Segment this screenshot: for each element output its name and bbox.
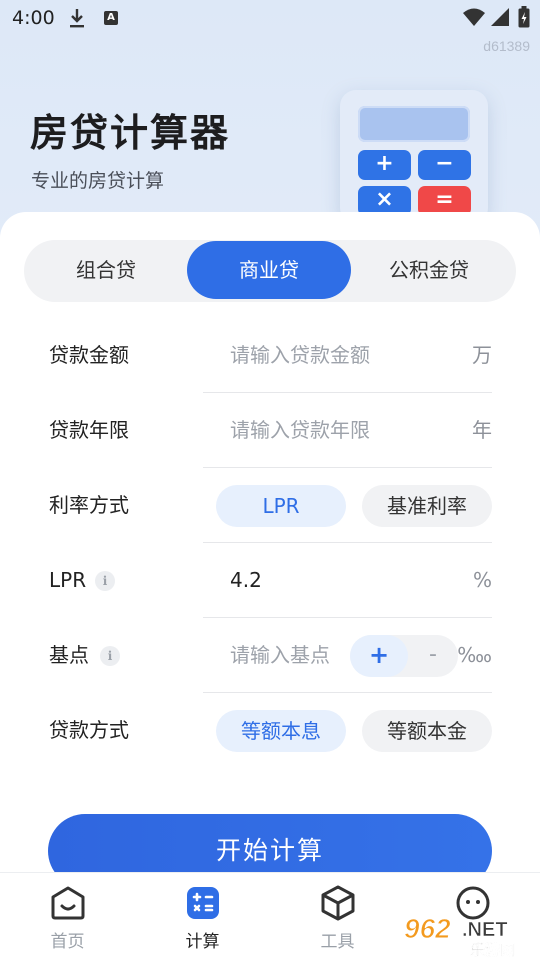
wifi-icon (463, 8, 485, 26)
loan-amount-label: 贷款金额 (49, 343, 129, 367)
nav-item-tools[interactable]: 工具 (270, 873, 405, 961)
status-bar: 4:00 A (0, 0, 540, 36)
watermark-site: 乐游网 (470, 941, 515, 958)
tab-provident-fund-loan[interactable]: 公积金贷 (347, 241, 511, 299)
watermark-suffix: .NET (462, 919, 508, 941)
loan-amount-input[interactable]: 请输入贷款金额 (230, 318, 370, 393)
home-face-icon (51, 886, 85, 920)
loan-amount-unit: 万 (472, 343, 492, 367)
decrement-button[interactable]: - (408, 635, 458, 677)
watermark-id: d61389 (483, 38, 530, 54)
status-time: 4:00 (12, 7, 55, 29)
calculator-screen (358, 106, 470, 142)
loan-term-label: 贷款年限 (49, 418, 129, 442)
rate-mode-lpr-option[interactable]: LPR (216, 485, 346, 527)
nav-label-home: 首页 (50, 932, 85, 952)
rate-mode-label: 利率方式 (49, 493, 129, 517)
loan-amount-row: 贷款金额 请输入贷款金额 万 (0, 318, 540, 393)
nav-label-tools: 工具 (320, 932, 355, 952)
nav-label-calculate: 计算 (185, 932, 220, 952)
nav-item-calculate[interactable]: 计算 (135, 873, 270, 961)
info-icon[interactable]: i (95, 571, 115, 591)
basis-point-row: 基点 i 请输入基点 + - ‱ (0, 618, 540, 693)
repayment-method-label: 贷款方式 (49, 718, 129, 742)
watermark-number: 962 (404, 913, 451, 944)
battery-icon (518, 6, 530, 28)
basis-point-unit: ‱ (457, 643, 492, 667)
equal-installment-option[interactable]: 等额本息 (216, 710, 346, 752)
signal-icon (491, 8, 509, 26)
rate-mode-row: 利率方式 LPR 基准利率 (0, 468, 540, 543)
calculator-icon (187, 887, 219, 919)
calculator-card: 组合贷 商业贷 公积金贷 贷款金额 请输入贷款金额 万 贷款年限 请输入贷款年限… (0, 212, 540, 912)
loan-term-row: 贷款年限 请输入贷款年限 年 (0, 393, 540, 468)
lpr-unit: % (472, 568, 492, 592)
lpr-label: LPR (49, 568, 87, 592)
nav-item-home[interactable]: 首页 (0, 873, 135, 961)
a-badge-icon: A (104, 11, 118, 25)
lpr-row: LPR i 4.2 % (0, 543, 540, 618)
repayment-method-row: 贷款方式 等额本息 等额本金 (0, 693, 540, 768)
page-title: 房贷计算器 (30, 111, 231, 155)
basis-point-input[interactable]: 请输入基点 (230, 618, 330, 693)
loan-term-input[interactable]: 请输入贷款年限 (230, 393, 370, 468)
loan-type-tabs: 组合贷 商业贷 公积金贷 (24, 240, 516, 302)
info-icon[interactable]: i (100, 646, 120, 666)
rate-mode-benchmark-option[interactable]: 基准利率 (362, 485, 492, 527)
minus-key-icon: − (418, 150, 471, 180)
loan-term-unit: 年 (472, 418, 492, 442)
basis-point-label: 基点 (49, 643, 89, 667)
lpr-value-input[interactable]: 4.2 (230, 543, 262, 618)
cube-icon (321, 885, 355, 921)
plus-key-icon: + (358, 150, 411, 180)
calculator-illustration: + − × = (340, 90, 488, 224)
site-watermark-logo: 962 .NET 乐游网 (404, 913, 516, 959)
tab-commercial-loan[interactable]: 商业贷 (187, 241, 351, 299)
increment-button[interactable]: + (350, 635, 408, 677)
page-subtitle: 专业的房贷计算 (31, 170, 165, 192)
equal-principal-option[interactable]: 等额本金 (362, 710, 492, 752)
basis-point-stepper: + - (350, 635, 458, 677)
tab-combined-loan[interactable]: 组合贷 (24, 241, 188, 299)
download-icon (70, 9, 84, 28)
